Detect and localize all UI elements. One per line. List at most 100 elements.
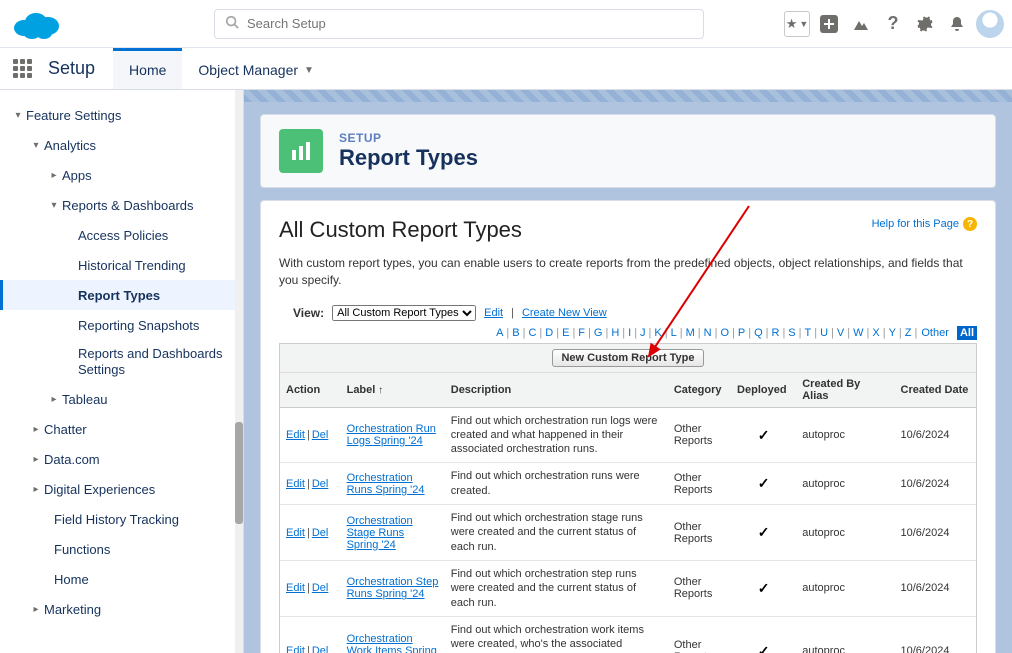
create-new-view-link[interactable]: Create New View <box>522 307 607 319</box>
alpha-Q[interactable]: Q <box>752 327 765 339</box>
favorites-button[interactable]: ★▼ <box>784 11 810 37</box>
label-link[interactable]: Orchestration Work Items Spring '24 <box>347 633 437 653</box>
section-heading: All Custom Report Types <box>279 217 522 243</box>
tree-historical-trending[interactable]: Historical Trending <box>0 250 243 280</box>
del-link[interactable]: Del <box>312 582 329 594</box>
edit-link[interactable]: Edit <box>286 429 305 441</box>
label-link[interactable]: Orchestration Runs Spring '24 <box>347 472 425 496</box>
row-category: Other Reports <box>668 560 731 616</box>
alpha-X[interactable]: X <box>870 327 881 339</box>
page-kicker: SETUP <box>339 131 478 145</box>
tree-reports-dashboards[interactable]: ▾Reports & Dashboards <box>0 190 243 220</box>
global-search[interactable] <box>214 9 704 39</box>
row-category: Other Reports <box>668 616 731 653</box>
col-created-by: Created By Alias <box>796 373 894 408</box>
search-input[interactable] <box>247 16 693 31</box>
alpha-B[interactable]: B <box>510 327 521 339</box>
alpha-D[interactable]: D <box>543 327 555 339</box>
alpha-C[interactable]: C <box>526 327 538 339</box>
row-created-date: 10/6/2024 <box>895 616 976 653</box>
del-link[interactable]: Del <box>312 645 329 653</box>
alpha-H[interactable]: H <box>609 327 621 339</box>
chevron-down-icon: ▼ <box>304 65 314 76</box>
alpha-U[interactable]: U <box>818 327 830 339</box>
table-row: Edit|DelOrchestration Step Runs Spring '… <box>280 560 976 616</box>
del-link[interactable]: Del <box>312 527 329 539</box>
edit-link[interactable]: Edit <box>286 527 305 539</box>
plus-icon[interactable] <box>816 11 842 37</box>
alpha-S[interactable]: S <box>786 327 797 339</box>
alpha-J[interactable]: J <box>638 327 648 339</box>
tree-home[interactable]: Home <box>0 565 243 595</box>
label-link[interactable]: Orchestration Stage Runs Spring '24 <box>347 515 413 551</box>
edit-link[interactable]: Edit <box>286 645 305 653</box>
tab-object-manager[interactable]: Object Manager▼ <box>182 48 330 89</box>
sidebar-scrollbar[interactable] <box>235 90 243 653</box>
setup-gear-icon[interactable] <box>912 11 938 37</box>
tree-reports-dashboards-settings[interactable]: Reports and Dashboards Settings <box>0 340 243 385</box>
row-description: Find out which orchestration run logs we… <box>445 407 668 463</box>
row-created-by: autoproc <box>796 463 894 505</box>
col-created-date: Created Date <box>895 373 976 408</box>
label-link[interactable]: Orchestration Step Runs Spring '24 <box>347 576 439 600</box>
salesforce-logo[interactable] <box>8 4 64 44</box>
alpha-Z[interactable]: Z <box>903 327 914 339</box>
alpha-W[interactable]: W <box>851 327 865 339</box>
alpha-M[interactable]: M <box>684 327 697 339</box>
col-label[interactable]: Label <box>341 373 445 408</box>
edit-link[interactable]: Edit <box>286 582 305 594</box>
row-description: Find out which orchestration stage runs … <box>445 505 668 561</box>
user-avatar[interactable] <box>976 10 1004 38</box>
row-description: Find out which orchestration work items … <box>445 616 668 653</box>
tree-access-policies[interactable]: Access Policies <box>0 220 243 250</box>
alpha-T[interactable]: T <box>803 327 814 339</box>
tree-feature-settings[interactable]: ▾Feature Settings <box>0 100 243 130</box>
col-action: Action <box>280 373 341 408</box>
tree-field-history[interactable]: Field History Tracking <box>0 505 243 535</box>
del-link[interactable]: Del <box>312 429 329 441</box>
tree-analytics[interactable]: ▾Analytics <box>0 130 243 160</box>
alpha-N[interactable]: N <box>702 327 714 339</box>
new-custom-report-type-button[interactable]: New Custom Report Type <box>552 349 703 367</box>
help-icon[interactable]: ? <box>880 11 906 37</box>
tree-chatter[interactable]: ▸Chatter <box>0 415 243 445</box>
alpha-A[interactable]: A <box>494 327 505 339</box>
tree-marketing[interactable]: ▸Marketing <box>0 595 243 625</box>
tree-digital-experiences[interactable]: ▸Digital Experiences <box>0 475 243 505</box>
edit-link[interactable]: Edit <box>286 478 305 490</box>
notifications-bell-icon[interactable] <box>944 11 970 37</box>
tree-reporting-snapshots[interactable]: Reporting Snapshots <box>0 310 243 340</box>
row-created-date: 10/6/2024 <box>895 505 976 561</box>
view-select[interactable]: All Custom Report Types <box>332 305 476 321</box>
alpha-F[interactable]: F <box>576 327 587 339</box>
tree-functions[interactable]: Functions <box>0 535 243 565</box>
del-link[interactable]: Del <box>312 478 329 490</box>
alpha-R[interactable]: R <box>769 327 781 339</box>
alpha-G[interactable]: G <box>592 327 605 339</box>
report-types-icon <box>279 129 323 173</box>
alpha-all[interactable]: All <box>957 326 977 340</box>
row-description: Find out which orchestration step runs w… <box>445 560 668 616</box>
setup-tree: ▾Feature Settings ▾Analytics ▸Apps ▾Repo… <box>0 90 244 653</box>
row-created-by: autoproc <box>796 407 894 463</box>
tree-tableau[interactable]: ▸Tableau <box>0 385 243 415</box>
alpha-O[interactable]: O <box>718 327 731 339</box>
row-created-by: autoproc <box>796 616 894 653</box>
help-link[interactable]: Help for this Page? <box>872 217 977 231</box>
app-launcher-icon[interactable] <box>0 48 44 89</box>
alpha-Y[interactable]: Y <box>887 327 898 339</box>
alpha-other[interactable]: Other <box>918 327 952 339</box>
alpha-E[interactable]: E <box>560 327 571 339</box>
label-link[interactable]: Orchestration Run Logs Spring '24 <box>347 423 436 447</box>
table-row: Edit|DelOrchestration Runs Spring '24Fin… <box>280 463 976 505</box>
trailhead-icon[interactable] <box>848 11 874 37</box>
edit-view-link[interactable]: Edit <box>484 307 503 319</box>
alpha-P[interactable]: P <box>736 327 747 339</box>
tree-report-types[interactable]: Report Types <box>0 280 243 310</box>
tree-apps[interactable]: ▸Apps <box>0 160 243 190</box>
alpha-V[interactable]: V <box>835 327 846 339</box>
alpha-L[interactable]: L <box>669 327 679 339</box>
alpha-K[interactable]: K <box>652 327 663 339</box>
tree-datacom[interactable]: ▸Data.com <box>0 445 243 475</box>
tab-home[interactable]: Home <box>113 48 182 89</box>
